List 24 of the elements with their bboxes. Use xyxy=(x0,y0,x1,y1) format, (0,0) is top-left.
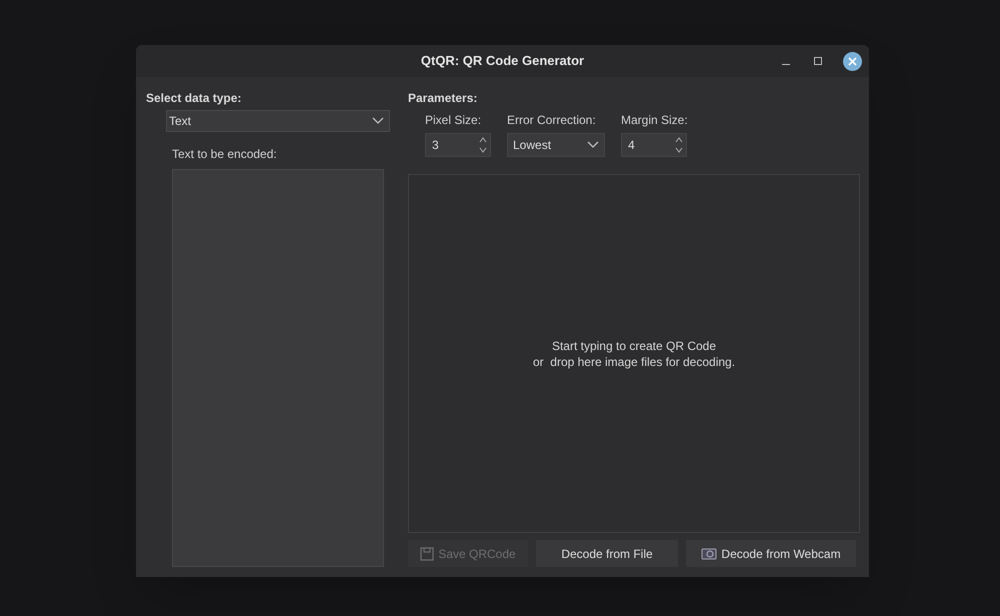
spin-box[interactable]: 4 xyxy=(621,133,687,157)
window-title: QtQR: QR Code Generator xyxy=(420,52,584,70)
chevron-down-icon xyxy=(372,117,384,125)
close-button[interactable] xyxy=(843,52,862,70)
stepper-arrows-icon xyxy=(478,135,488,155)
error-correction-dropdown[interactable]: Lowest xyxy=(507,133,605,157)
hint-text: or drop here image files for decoding. xyxy=(532,354,736,370)
spin-box[interactable]: 3 xyxy=(425,133,491,157)
text-input-field[interactable] xyxy=(172,169,384,567)
chevron-down-icon xyxy=(587,141,599,149)
camera-icon xyxy=(701,547,718,560)
maximize-button[interactable] xyxy=(811,54,825,68)
stepper-arrows-icon xyxy=(674,135,684,155)
decode-button[interactable]: Decode from Webcam xyxy=(686,540,856,567)
field-label: Text to be encoded: xyxy=(172,146,278,163)
hint-text: Start typing to create QR Code xyxy=(552,338,716,354)
close-icon xyxy=(848,56,857,66)
field-label: Margin Size: xyxy=(621,112,688,129)
field-label: Error Correction: xyxy=(507,112,597,129)
section-heading: Parameters: xyxy=(408,90,478,105)
section-heading: Select data type: xyxy=(146,90,242,105)
field-label: Pixel Size: xyxy=(425,112,482,129)
data-type-dropdown[interactable]: Text xyxy=(166,110,390,132)
decode-button[interactable]: Decode from File xyxy=(536,540,678,567)
